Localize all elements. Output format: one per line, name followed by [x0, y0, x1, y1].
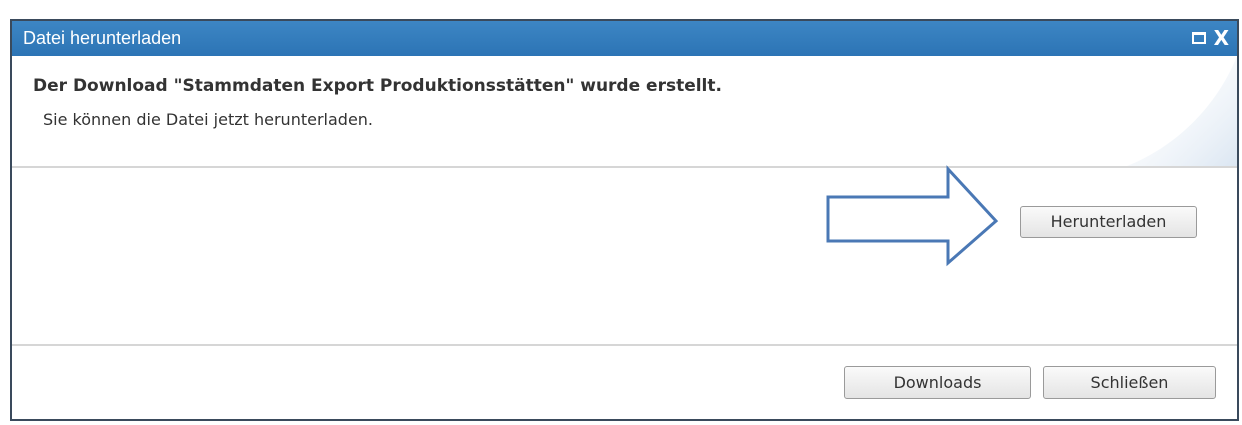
message-subline: Sie können die Datei jetzt herunterladen… [43, 110, 374, 129]
close-icon[interactable]: X [1214, 28, 1229, 48]
right-arrow-icon [826, 165, 999, 267]
download-dialog: Datei herunterladen X Der Download "Stam… [10, 19, 1239, 421]
divider [12, 166, 1237, 168]
message-headline: Der Download "Stammdaten Export Produkti… [33, 76, 722, 96]
download-button[interactable]: Herunterladen [1020, 206, 1197, 238]
message-area: Der Download "Stammdaten Export Produkti… [12, 56, 1237, 166]
window-controls: X [1191, 27, 1229, 49]
close-button[interactable]: Schließen [1043, 366, 1216, 399]
downloads-button[interactable]: Downloads [844, 366, 1031, 399]
maximize-icon[interactable] [1191, 32, 1206, 44]
dialog-titlebar[interactable]: Datei herunterladen X [12, 21, 1237, 56]
footer-divider [12, 344, 1237, 346]
decorative-gradient [1127, 56, 1237, 166]
dialog-title: Datei herunterladen [23, 28, 182, 48]
